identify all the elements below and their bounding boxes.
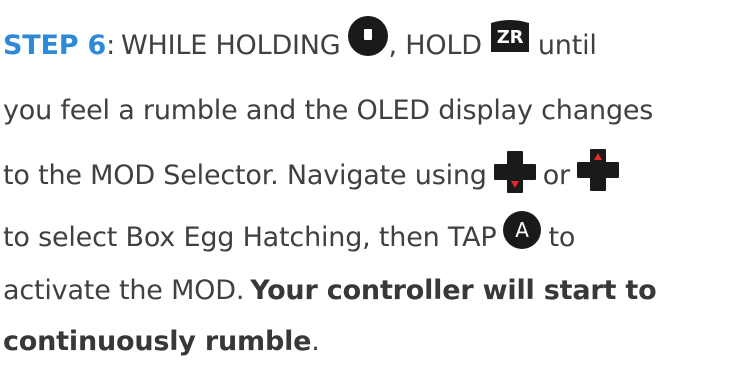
line5-bold: Your controller will start to (250, 274, 657, 306)
line1-text-a: WHILE HOLDING (121, 29, 341, 61)
instruction-line-3: to the MOD Selector. Navigate using or (3, 148, 620, 200)
line3-text-b: or (542, 159, 570, 191)
instruction-line-2: you feel a rumble and the OLED display c… (3, 85, 653, 135)
zr-button-icon: ZR (488, 17, 532, 55)
line4-text-a: to select Box Egg Hatching, then TAP (3, 221, 497, 253)
instruction-line-1: STEP 6 : WHILE HOLDING , HOLD ZR until (3, 16, 597, 70)
step-colon: : (106, 29, 115, 61)
zr-button-label: ZR (497, 27, 524, 48)
line6-end: . (311, 325, 320, 357)
line1-text-b: , HOLD (388, 29, 483, 61)
line4-text-b: to (548, 221, 576, 253)
instruction-document: STEP 6 : WHILE HOLDING , HOLD ZR until y… (0, 0, 754, 367)
line3-text-a: to the MOD Selector. Navigate using (3, 159, 487, 191)
line1-text-c: until (537, 29, 597, 61)
line2-text: you feel a rumble and the OLED display c… (3, 94, 654, 126)
instruction-line-4: to select Box Egg Hatching, then TAP A t… (3, 210, 576, 262)
minus-button-icon (347, 15, 389, 57)
dpad-down-icon (493, 150, 537, 194)
a-button-label: A (516, 218, 530, 242)
instruction-line-6: continuously rumble . (3, 316, 320, 366)
dpad-up-icon (576, 148, 620, 192)
a-button-icon: A (502, 210, 542, 250)
line5-text-a: activate the MOD. (3, 274, 245, 306)
step-label: STEP 6 (3, 29, 107, 61)
instruction-line-5: activate the MOD. Your controller will s… (3, 265, 657, 315)
line6-bold: continuously rumble (3, 325, 312, 357)
